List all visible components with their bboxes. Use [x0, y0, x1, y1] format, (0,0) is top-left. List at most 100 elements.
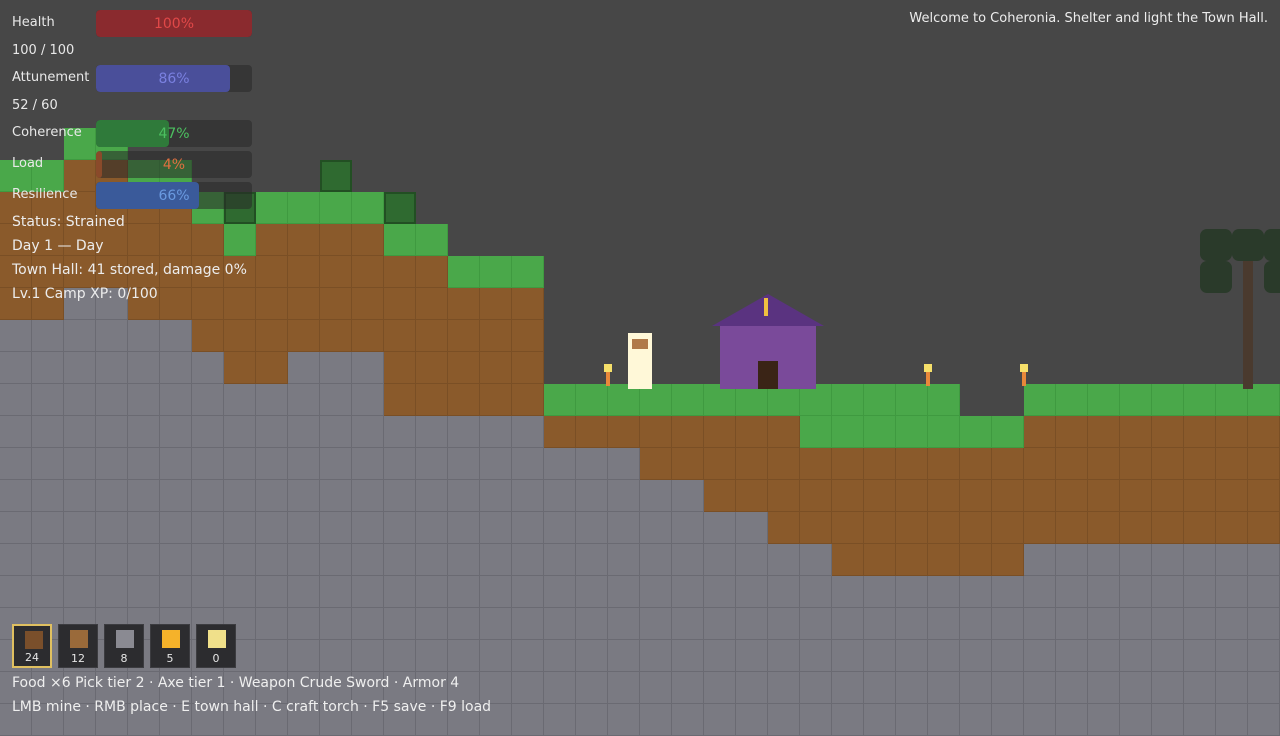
stone-tile[interactable] — [288, 576, 320, 608]
stone-tile[interactable] — [1024, 672, 1056, 704]
dirt-tile[interactable] — [768, 480, 800, 512]
stone-tile[interactable] — [832, 704, 864, 736]
stone-tile[interactable] — [224, 480, 256, 512]
dirt-tile[interactable] — [992, 448, 1024, 480]
stone-tile[interactable] — [0, 512, 32, 544]
stone-tile[interactable] — [704, 672, 736, 704]
stone-tile[interactable] — [384, 608, 416, 640]
stone-tile[interactable] — [1120, 640, 1152, 672]
stone-tile[interactable] — [672, 608, 704, 640]
stone-tile[interactable] — [672, 576, 704, 608]
stone-tile[interactable] — [1024, 704, 1056, 736]
stone-tile[interactable] — [1248, 672, 1280, 704]
grass-tile[interactable] — [544, 384, 576, 416]
stone-tile[interactable] — [64, 512, 96, 544]
dirt-tile[interactable] — [896, 480, 928, 512]
stone-tile[interactable] — [224, 448, 256, 480]
dirt-tile[interactable] — [960, 512, 992, 544]
stone-tile[interactable] — [128, 352, 160, 384]
dirt-tile[interactable] — [1088, 416, 1120, 448]
dirt-tile[interactable] — [1216, 480, 1248, 512]
dirt-tile[interactable] — [1216, 448, 1248, 480]
bush-tile[interactable] — [384, 192, 416, 224]
dirt-tile[interactable] — [256, 288, 288, 320]
dirt-tile[interactable] — [1024, 480, 1056, 512]
leaf-tile[interactable] — [1264, 261, 1280, 293]
dirt-tile[interactable] — [928, 544, 960, 576]
stone-tile[interactable] — [1120, 608, 1152, 640]
stone-tile[interactable] — [832, 640, 864, 672]
stone-tile[interactable] — [576, 480, 608, 512]
dirt-tile[interactable] — [256, 320, 288, 352]
dirt-tile[interactable] — [320, 256, 352, 288]
stone-tile[interactable] — [768, 576, 800, 608]
stone-tile[interactable] — [576, 608, 608, 640]
stone-tile[interactable] — [640, 608, 672, 640]
stone-tile[interactable] — [192, 480, 224, 512]
stone-tile[interactable] — [928, 640, 960, 672]
stone-tile[interactable] — [416, 480, 448, 512]
stone-tile[interactable] — [320, 352, 352, 384]
stone-tile[interactable] — [640, 672, 672, 704]
stone-tile[interactable] — [480, 608, 512, 640]
dirt-tile[interactable] — [864, 512, 896, 544]
dirt-tile[interactable] — [1152, 480, 1184, 512]
stone-tile[interactable] — [672, 512, 704, 544]
dirt-tile[interactable] — [800, 512, 832, 544]
grass-tile[interactable] — [1120, 384, 1152, 416]
dirt-tile[interactable] — [800, 448, 832, 480]
stone-tile[interactable] — [448, 416, 480, 448]
stone-tile[interactable] — [1248, 608, 1280, 640]
stone-tile[interactable] — [512, 640, 544, 672]
grass-tile[interactable] — [448, 256, 480, 288]
dirt-tile[interactable] — [992, 512, 1024, 544]
stone-tile[interactable] — [768, 672, 800, 704]
dirt-tile[interactable] — [384, 352, 416, 384]
dirt-tile[interactable] — [1088, 448, 1120, 480]
stone-tile[interactable] — [864, 576, 896, 608]
stone-tile[interactable] — [288, 352, 320, 384]
stone-tile[interactable] — [640, 640, 672, 672]
stone-tile[interactable] — [512, 704, 544, 736]
grass-tile[interactable] — [992, 416, 1024, 448]
dirt-tile[interactable] — [576, 416, 608, 448]
stone-tile[interactable] — [0, 448, 32, 480]
stone-tile[interactable] — [544, 608, 576, 640]
stone-tile[interactable] — [192, 416, 224, 448]
dirt-tile[interactable] — [224, 288, 256, 320]
stone-tile[interactable] — [256, 640, 288, 672]
grass-tile[interactable] — [832, 384, 864, 416]
dirt-tile[interactable] — [448, 288, 480, 320]
dirt-tile[interactable] — [416, 320, 448, 352]
dirt-tile[interactable] — [864, 480, 896, 512]
stone-tile[interactable] — [736, 640, 768, 672]
stone-tile[interactable] — [480, 576, 512, 608]
stone-tile[interactable] — [288, 416, 320, 448]
stone-tile[interactable] — [32, 480, 64, 512]
stone-tile[interactable] — [640, 704, 672, 736]
stone-tile[interactable] — [160, 416, 192, 448]
stone-tile[interactable] — [192, 384, 224, 416]
stone-tile[interactable] — [64, 384, 96, 416]
stone-tile[interactable] — [1152, 608, 1184, 640]
stone-tile[interactable] — [1184, 544, 1216, 576]
grass-tile[interactable] — [1184, 384, 1216, 416]
stone-tile[interactable] — [320, 480, 352, 512]
dirt-tile[interactable] — [1248, 480, 1280, 512]
dirt-tile[interactable] — [160, 288, 192, 320]
stone-tile[interactable] — [1056, 576, 1088, 608]
stone-tile[interactable] — [736, 608, 768, 640]
dirt-tile[interactable] — [736, 480, 768, 512]
leaf-tile[interactable] — [1200, 229, 1232, 261]
stone-tile[interactable] — [1152, 576, 1184, 608]
stone-tile[interactable] — [672, 672, 704, 704]
stone-tile[interactable] — [192, 576, 224, 608]
dirt-tile[interactable] — [320, 320, 352, 352]
dirt-tile[interactable] — [1056, 448, 1088, 480]
stone-tile[interactable] — [0, 576, 32, 608]
stone-tile[interactable] — [992, 640, 1024, 672]
stone-tile[interactable] — [512, 608, 544, 640]
stone-tile[interactable] — [800, 672, 832, 704]
stone-tile[interactable] — [1152, 672, 1184, 704]
stone-tile[interactable] — [1088, 672, 1120, 704]
